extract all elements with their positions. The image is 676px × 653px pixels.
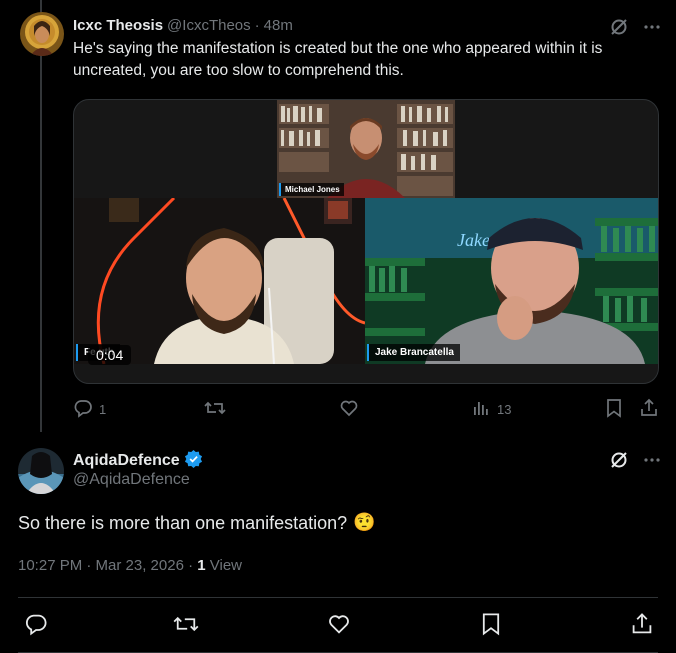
bookmark-icon (480, 612, 502, 639)
reply-icon (73, 398, 93, 421)
participant-label: Jake Brancatella (367, 344, 460, 361)
share-icon (630, 612, 654, 639)
author-name-row: AqidaDefence (73, 449, 203, 473)
video-panel-right: Jake la Jake Brancatella (365, 198, 658, 364)
tweet-text-body: So there is more than one manifestation? (18, 513, 348, 533)
more-icon[interactable] (643, 451, 661, 469)
bookmark-icon (605, 398, 623, 421)
tweet-timestamp[interactable]: 10:27 PM · Mar 23, 2026 · (18, 557, 197, 574)
reply-count: 1 (99, 402, 107, 417)
tweet-header-actions (609, 17, 661, 37)
thread-line (40, 0, 42, 432)
views-icon (471, 398, 491, 421)
retweet-button[interactable] (173, 612, 199, 639)
views-count: 13 (497, 402, 512, 417)
retweet-icon (204, 398, 226, 421)
tweet-actions (18, 612, 658, 638)
share-button[interactable] (639, 398, 659, 421)
video-player[interactable]: Michael Jones Fe uth (73, 99, 659, 384)
reply-icon (24, 612, 48, 639)
tweet-actions: 1 13 (73, 398, 659, 420)
participant-label: Michael Jones (279, 183, 344, 196)
author-name[interactable]: Icxc Theosis (73, 16, 163, 36)
grok-icon[interactable] (609, 450, 629, 470)
separator: · (254, 17, 260, 34)
tweet-time[interactable]: 48m (264, 16, 293, 36)
retweet-button[interactable] (204, 398, 232, 421)
divider (18, 597, 658, 598)
view-label: View (205, 557, 243, 574)
like-icon (327, 612, 351, 639)
bookmark-button[interactable] (605, 398, 623, 421)
video-panel-top: Michael Jones (277, 100, 455, 198)
author-handle[interactable]: @IcxcTheos (167, 16, 251, 36)
avatar[interactable] (18, 448, 64, 494)
share-icon (639, 398, 659, 421)
video-panel-left: Fe uth (74, 198, 365, 364)
video-timer: 0:04 (88, 345, 132, 365)
grok-icon[interactable] (609, 17, 629, 37)
like-button[interactable] (327, 612, 351, 639)
retweet-icon (173, 612, 199, 639)
reply-button[interactable]: 1 (73, 398, 106, 421)
tweet-header: Icxc Theosis @IcxcTheos · 48m (73, 16, 293, 36)
reply-button[interactable] (24, 612, 48, 639)
tweet-text: He's saying the manifestation is created… (73, 40, 603, 79)
share-button[interactable] (630, 612, 654, 639)
raised-eyebrow-emoji: 🤨 (353, 512, 376, 533)
like-button[interactable] (339, 398, 365, 421)
tweet-header-actions (609, 450, 661, 470)
verified-badge-icon (184, 449, 203, 473)
bookmark-button[interactable] (480, 612, 502, 639)
avatar[interactable] (20, 12, 64, 56)
author-name[interactable]: AqidaDefence (73, 452, 180, 470)
more-icon[interactable] (643, 18, 661, 36)
tweet-text: So there is more than one manifestation?… (18, 510, 376, 536)
view-count: 1 (197, 557, 206, 574)
like-icon (339, 398, 359, 421)
views-button[interactable]: 13 (471, 398, 511, 421)
tweet-meta: 10:27 PM · Mar 23, 2026 · 1 View (18, 557, 242, 574)
author-handle[interactable]: @AqidaDefence (73, 471, 190, 489)
